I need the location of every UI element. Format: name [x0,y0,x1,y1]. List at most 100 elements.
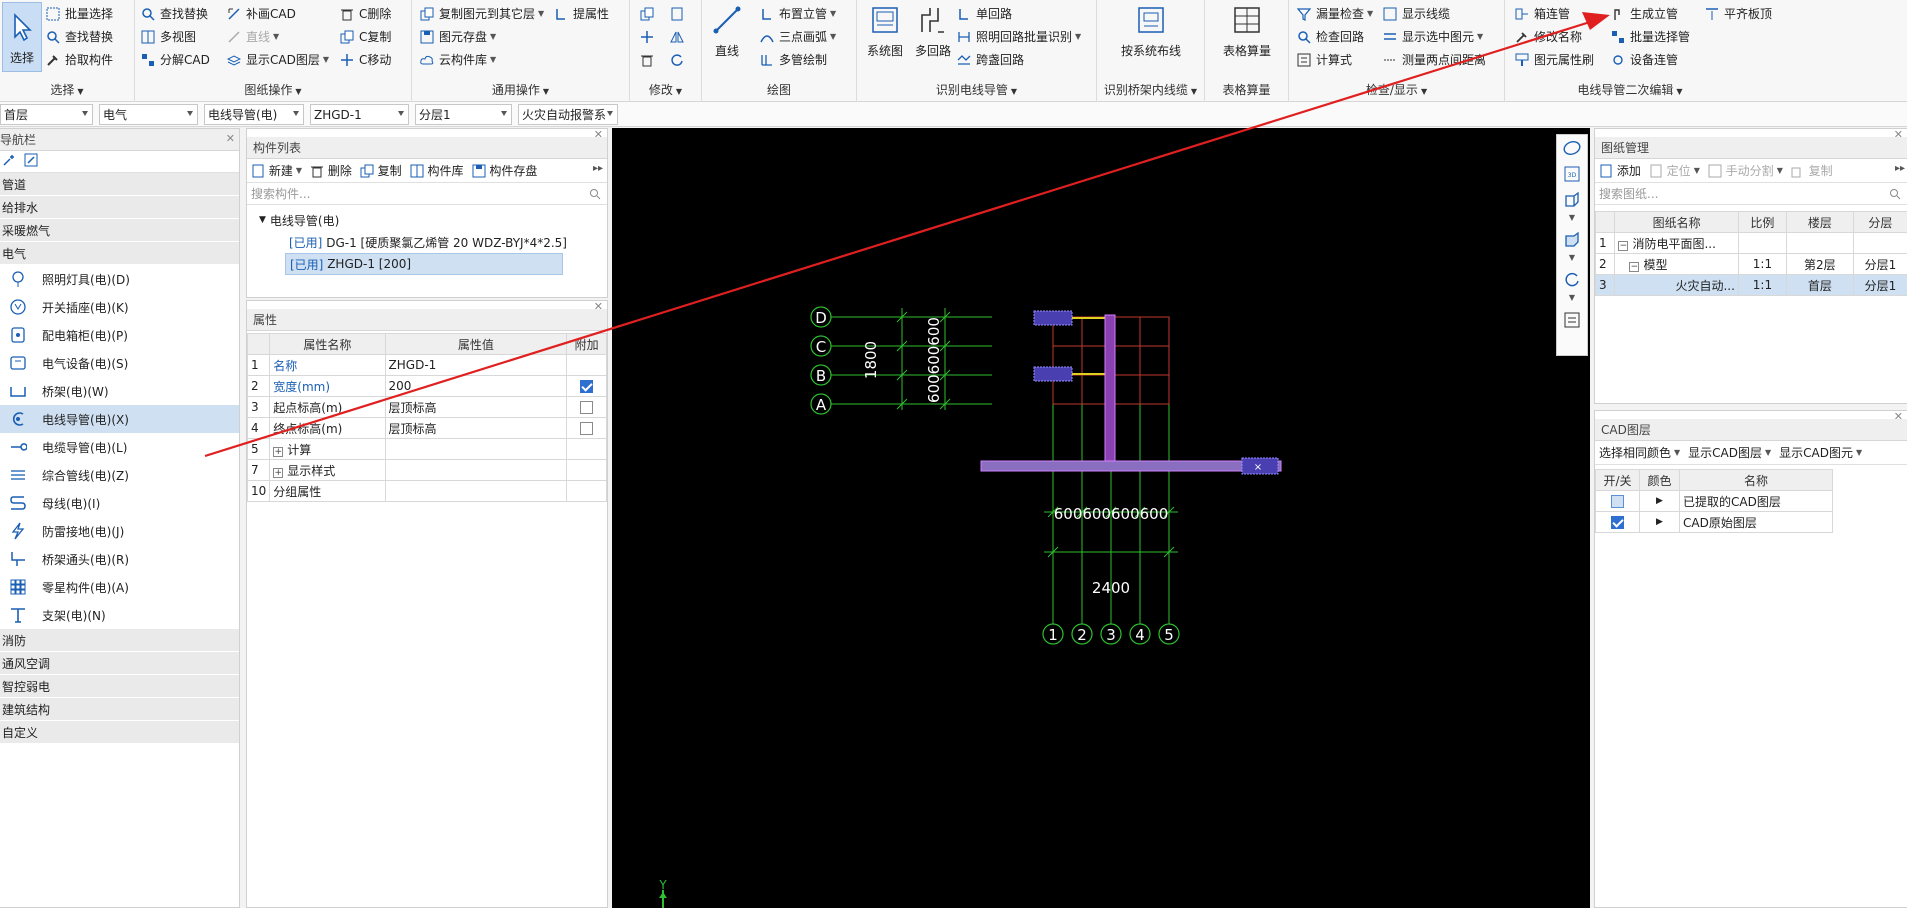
expand-icon[interactable]: + [273,446,284,457]
show-selected-button[interactable]: 显示选中图元 ▼ [1383,26,1483,47]
drawing-search-input[interactable]: 搜索图纸... [1595,183,1907,205]
view-3d-icon[interactable] [1557,135,1587,161]
nav-cat-fire[interactable]: 消防 [0,629,239,652]
patch-cad-button[interactable]: 补画CAD [227,3,296,24]
nav-cat-heating[interactable]: 采暖燃气 [0,219,239,242]
rotate-view-icon[interactable] [1557,267,1587,293]
multi-view-button[interactable]: 多视图 [141,26,196,47]
table-row[interactable]: 7 + 显示样式 [246,459,607,481]
nav-edit-icon[interactable] [24,153,38,170]
expand-arrow-icon[interactable]: ▶ [1639,490,1680,512]
type-select[interactable]: 电线导管(电) [204,104,304,125]
view-2d-icon[interactable]: 3D [1557,161,1587,187]
layer-toggle-original[interactable] [1611,516,1624,529]
formula-button[interactable]: 计算式 [1297,49,1352,70]
mirror-button[interactable] [670,26,689,47]
riser-button[interactable]: 布置立管 ▼ [760,3,836,24]
extra-checkbox-start[interactable] [580,401,594,414]
generate-riser-button[interactable]: 生成立管 [1611,3,1678,24]
box-dropdown-icon[interactable]: ▼ [1557,253,1587,267]
nav-item-tray[interactable]: 桥架(电)(W) [0,377,239,405]
measure-distance-button[interactable]: 测量两点间距离 [1383,49,1486,70]
expand-arrow-icon[interactable]: ▶ [1639,511,1680,533]
component-select[interactable]: ZHGD-1 [310,104,409,125]
extra-checkbox-width[interactable] [580,380,594,393]
modify-delete-button[interactable] [640,49,659,70]
table-row[interactable]: 3 起点标高(m) 层顶标高 [246,396,607,418]
c-delete-button[interactable]: C删除 [340,3,391,24]
nav-item-busbar[interactable]: 母线(电)(I) [0,489,239,517]
copy-to-floor-button[interactable]: 复制图元到其它层 ▼ [420,3,544,24]
show-cad-element-toggle[interactable]: 显示CAD图元 ▼ [1779,444,1862,461]
more-icon[interactable]: ▸▸ [1895,163,1905,174]
drawing-select[interactable]: 火灾自动报警系 [518,104,618,125]
check-circuit-button[interactable]: 检查回路 [1297,26,1364,47]
show-cad-layer-toggle[interactable]: 显示CAD图层 ▼ [1688,444,1771,461]
modify-save-button[interactable] [670,3,689,24]
rotate-button[interactable] [670,49,689,70]
view-list-icon[interactable] [1557,307,1587,333]
floor-select[interactable]: 首层 [0,104,93,125]
batch-select-pipe-button[interactable]: 批量选择管 [1611,26,1690,47]
cad-canvas[interactable]: D C B A 1 2 3 4 5 1800 600600600 6006006… [612,128,1590,908]
attr-brush-button[interactable]: 图元属性刷 [1515,49,1594,70]
draw-line-button[interactable]: 直线 [710,2,744,59]
tree-item-dg1[interactable]: [已用] DG-1 [硬质聚氯乙烯管 20 WDZ-BYJ*4*2.5] [247,231,607,253]
layer-toggle-extracted[interactable] [1611,495,1624,508]
nav-cat-hvac[interactable]: 通风空调 [0,652,239,675]
view-cube-icon[interactable] [1557,187,1587,213]
c-copy-button[interactable]: C复制 [340,26,391,47]
nav-cat-structure[interactable]: 建筑结构 [0,698,239,721]
show-cable-button[interactable]: 显示线缆 [1383,3,1450,24]
nav-cat-water[interactable]: 给排水 [0,196,239,219]
device-connect-button[interactable]: 设备连管 [1611,49,1678,70]
cross-circuit-button[interactable]: 跨盏回路 [957,49,1024,70]
nav-cat-custom[interactable]: 自定义 [0,721,239,744]
rotate-dropdown-icon[interactable]: ▼ [1557,293,1587,307]
single-circuit-button[interactable]: 单回路 [957,3,1012,24]
line-button-disabled[interactable]: 直线 ▼ [227,26,279,47]
nav-item-switch[interactable]: 开关插座(电)(K) [0,293,239,321]
copy-drawing-button[interactable]: 复制 [1791,162,1833,179]
add-drawing-button[interactable]: 添加 [1599,162,1641,179]
system-routing-button[interactable]: 按系统布线 [1109,2,1193,59]
explode-cad-button[interactable]: 分解CAD [141,49,210,70]
table-row[interactable]: 2 宽度(mm) 200 [246,375,607,397]
find-replace-button[interactable]: 查找替换 [46,26,113,47]
nav-item-device[interactable]: 电气设备(电)(S) [0,349,239,377]
multi-pipe-button[interactable]: 多管绘制 [760,49,827,70]
pick-component-button[interactable]: 拾取构件 [46,49,113,70]
table-row[interactable]: ▶ 已提取的CAD图层 [1595,490,1833,512]
c-move-button[interactable]: C移动 [340,49,391,70]
three-point-arc-button[interactable]: 三点画弧 ▼ [760,26,836,47]
select-button[interactable]: 选择 [2,2,42,72]
major-select[interactable]: 电气 [99,104,198,125]
nav-add-icon[interactable] [2,153,16,170]
nav-item-bracket[interactable]: 支架(电)(N) [0,601,239,629]
nav-cat-pipe[interactable]: 管道 [0,173,239,196]
manual-split-button[interactable]: 手动分割 ▼ [1708,162,1783,179]
component-library-button[interactable]: 构件库 [410,162,464,179]
tree-group-conduit[interactable]: ▼ 电线导管(电) [247,209,607,231]
extra-checkbox-end[interactable] [580,422,594,435]
view-dropdown-icon[interactable]: ▼ [1557,213,1587,227]
nav-item-cable[interactable]: 电缆导管(电)(L) [0,433,239,461]
delete-component-button[interactable]: 删除 [310,162,352,179]
nav-close-icon[interactable]: ✕ [226,132,235,145]
extract-attr-button[interactable]: 提属性 [554,3,609,24]
expand-icon[interactable]: + [273,467,284,478]
show-cad-layer-button[interactable]: 显示CAD图层 ▼ [226,49,329,70]
leak-check-button[interactable]: 漏量检查 ▼ [1296,3,1373,24]
align-slab-button[interactable]: 平齐板顶 [1705,3,1772,24]
copy-component-button[interactable]: 复制 [360,162,402,179]
table-row[interactable]: ▶ CAD原始图层 [1595,511,1833,533]
nav-item-lamp[interactable]: 照明灯具(电)(D) [0,265,239,293]
table-quantity-button[interactable]: 表格算量 [1219,2,1275,59]
locate-drawing-button[interactable]: 定位 ▼ [1649,162,1700,179]
modify-move-button[interactable] [640,26,659,47]
nav-item-lightning[interactable]: 防雷接地(电)(J) [0,517,239,545]
cloud-library-button[interactable]: 云构件库 ▼ [420,49,496,70]
nav-item-cabinet[interactable]: 配电箱柜(电)(P) [0,321,239,349]
tree-item-zhgd1[interactable]: [已用] ZHGD-1 [200] [285,253,563,275]
table-row[interactable]: 1− 消防电平面图... [1594,232,1907,254]
